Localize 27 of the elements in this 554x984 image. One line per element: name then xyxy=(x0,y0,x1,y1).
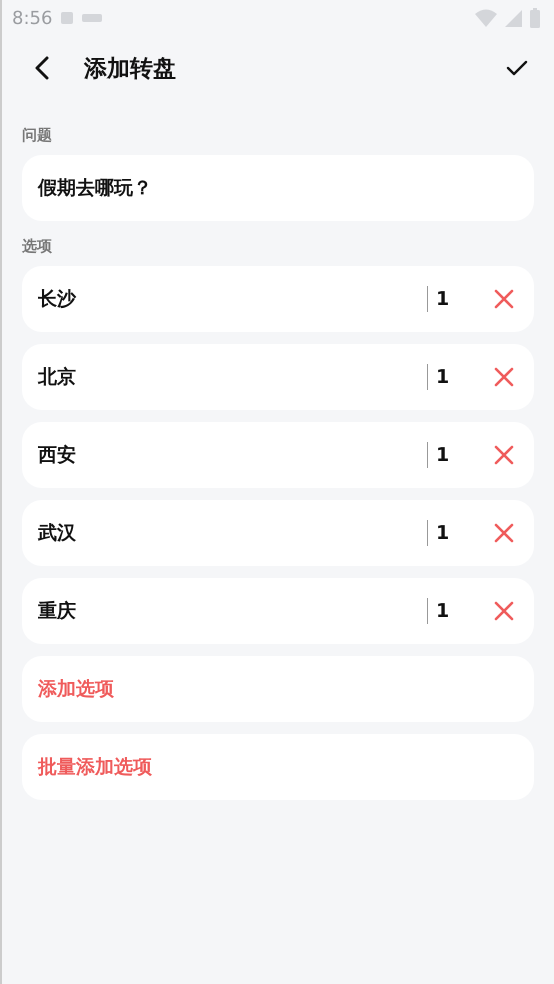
delete-icon[interactable] xyxy=(494,523,514,543)
option-name-field[interactable]: 重庆 xyxy=(38,598,427,624)
delete-icon[interactable] xyxy=(494,601,514,621)
weight-field[interactable]: 1 xyxy=(427,364,494,390)
question-field[interactable]: 假期去哪玩？ xyxy=(22,155,534,221)
signal-icon xyxy=(505,10,522,26)
check-icon[interactable] xyxy=(506,60,528,76)
status-time: 8:56 xyxy=(12,8,52,28)
battery-icon xyxy=(530,8,540,28)
section-label: 选项 xyxy=(22,237,53,256)
back-icon[interactable] xyxy=(34,56,50,80)
wifi-icon xyxy=(475,9,497,27)
weight-field[interactable]: 1 xyxy=(427,286,494,312)
delete-icon[interactable] xyxy=(494,289,514,309)
page-title: 添加转盘 xyxy=(84,54,177,84)
option-name-field[interactable]: 长沙 xyxy=(38,286,427,312)
section-label: 问题 xyxy=(22,126,53,145)
delete-icon[interactable] xyxy=(494,445,514,465)
notification-icon xyxy=(82,13,102,23)
weight-field[interactable]: 1 xyxy=(427,520,494,546)
option-name-field[interactable]: 武汉 xyxy=(38,520,427,546)
option-name-field[interactable]: 北京 xyxy=(38,364,427,390)
weight-field[interactable]: 1 xyxy=(427,442,494,468)
weight-field[interactable]: 1 xyxy=(427,598,494,624)
option-name-field[interactable]: 西安 xyxy=(38,442,427,468)
notification-icon xyxy=(60,11,74,25)
delete-icon[interactable] xyxy=(494,367,514,387)
